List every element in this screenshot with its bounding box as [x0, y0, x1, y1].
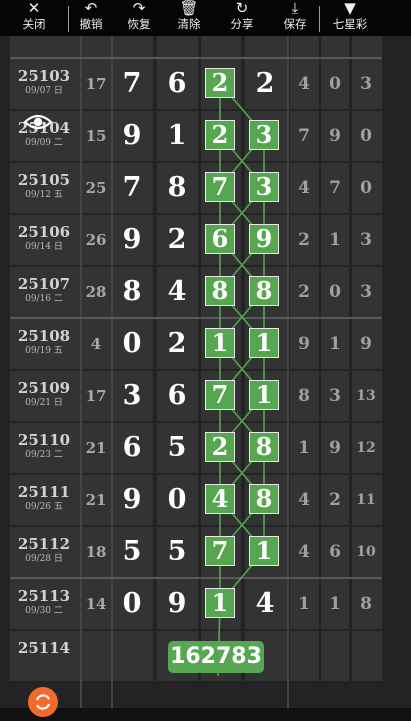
toolbar-button-download[interactable]: ⤓ 保存	[271, 0, 319, 36]
highlighted-digit[interactable]: 9	[249, 224, 279, 254]
toolbar-button-trash[interactable]: 🗑 清除	[165, 0, 213, 36]
toolbar-button-dropdown-triangle[interactable]: ▼ 七星彩	[320, 0, 380, 36]
highlighted-digit[interactable]: 4	[205, 484, 235, 514]
dropdown-triangle-icon: ▼	[344, 0, 356, 17]
redo-icon: ↷	[132, 0, 146, 17]
highlighted-digit[interactable]: 1	[249, 536, 279, 566]
highlighted-digit[interactable]: 2	[205, 432, 235, 462]
toolbar-button-undo[interactable]: ↶ 撤销	[69, 0, 113, 36]
toolbar-label: 恢复	[127, 17, 151, 31]
toolbar-label: 关闭	[22, 17, 46, 31]
highlighted-digit[interactable]: 3	[249, 172, 279, 202]
close-icon: ✕	[27, 0, 41, 17]
toolbar-label: 分享	[230, 17, 254, 31]
toolbar-button-share[interactable]: ↻ 分享	[213, 0, 271, 36]
toolbar: ✕ 关闭 ↶ 撤销 ↷ 恢复 🗑 清除 ↻ 分享 ⤓ 保存 ▼ 七星彩	[0, 0, 411, 36]
trash-icon: 🗑	[179, 0, 199, 17]
highlighted-digit[interactable]: 2	[205, 120, 235, 150]
highlighted-digit[interactable]: 1	[249, 380, 279, 410]
toolbar-button-close[interactable]: ✕ 关闭	[0, 0, 68, 36]
undo-icon: ↶	[84, 0, 98, 17]
toolbar-label: 保存	[283, 17, 307, 31]
highlighted-digit[interactable]: 8	[249, 276, 279, 306]
highlighted-digit[interactable]: 1	[205, 328, 235, 358]
refresh-icon	[35, 694, 51, 710]
highlighted-digit[interactable]: 7	[205, 380, 235, 410]
eye-icon[interactable]	[23, 107, 53, 137]
refresh-button[interactable]	[28, 687, 58, 717]
highlighted-digit[interactable]: 6	[205, 224, 235, 254]
toolbar-label: 清除	[177, 17, 201, 31]
lottery-trend-grid: 09/05 五2?77765552510309/07 日177622403251…	[0, 0, 411, 708]
highlighted-digit[interactable]: 8	[249, 432, 279, 462]
download-icon: ⤓	[291, 0, 299, 17]
highlighted-digit[interactable]: 2	[205, 68, 235, 98]
selected-numbers-badge[interactable]: 162783	[168, 641, 264, 673]
toolbar-label: 七星彩	[332, 17, 368, 31]
highlighted-digit[interactable]: 3	[249, 120, 279, 150]
highlighted-digit[interactable]: 1	[249, 328, 279, 358]
highlighted-digit[interactable]: 1	[205, 588, 235, 618]
highlighted-digit[interactable]: 7	[205, 536, 235, 566]
toolbar-label: 撤销	[79, 17, 103, 31]
share-icon: ↻	[235, 0, 249, 17]
toolbar-button-redo[interactable]: ↷ 恢复	[113, 0, 165, 36]
highlighted-digit[interactable]: 8	[249, 484, 279, 514]
highlighted-digit[interactable]: 8	[205, 276, 235, 306]
highlighted-digit[interactable]: 7	[205, 172, 235, 202]
